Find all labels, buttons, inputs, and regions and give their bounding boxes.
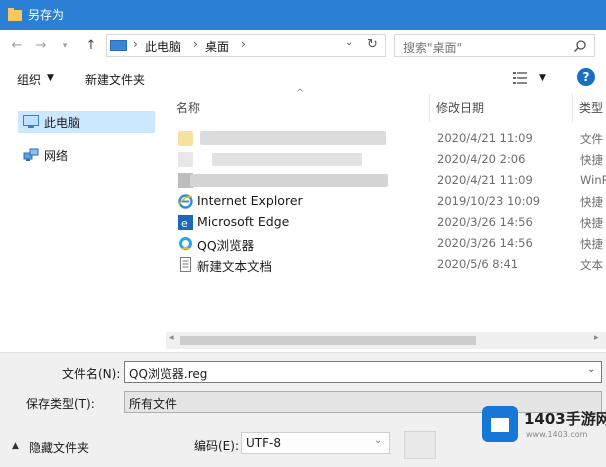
recent-locations-chevron-icon[interactable]: ▾ [56, 37, 74, 55]
file-date: 2019/10/23 10:09 [437, 194, 541, 208]
encoding-value: UTF-8 [246, 436, 281, 450]
internet-explorer-icon [178, 194, 193, 209]
save-as-icon [8, 8, 22, 21]
file-name: QQ浏览器 [197, 238, 255, 253]
address-row: ← → ▾ ↑ › 此电脑 › 桌面 › ⌄ ↻ 搜索"桌面" [0, 30, 606, 62]
view-chevron-icon[interactable]: ▼ [539, 73, 546, 83]
breadcrumb-this-pc[interactable]: 此电脑 [145, 38, 181, 55]
site-name: 1403手游网 [524, 410, 606, 428]
help-icon[interactable]: ? [577, 68, 595, 86]
pc-icon [110, 40, 127, 51]
file-type: 文本 [580, 258, 603, 272]
blurred-icon [178, 152, 193, 167]
edge-icon: e [178, 215, 193, 230]
organize-chevron-icon[interactable]: ▼ [47, 73, 54, 83]
filename-value: QQ浏览器.reg [129, 367, 208, 381]
hide-folders-chevron-icon[interactable]: ▲ [12, 441, 19, 451]
file-row[interactable]: Internet Explorer 2019/10/23 10:09 快捷 [166, 191, 606, 212]
filename-dropdown-chevron-icon[interactable]: ⌄ [587, 364, 595, 375]
column-header-type[interactable]: 类型 [579, 99, 603, 116]
svg-text:e: e [181, 217, 188, 230]
file-row[interactable]: 2020/4/21 11:09 文件 [166, 128, 606, 149]
qq-browser-icon [179, 237, 192, 250]
address-bar[interactable]: › 此电脑 › 桌面 › ⌄ ↻ [106, 34, 386, 57]
site-logo-icon [482, 406, 518, 442]
file-list: ^ 名称 修改日期 类型 2020/4/21 11:09 文件 2020/4/2… [166, 88, 606, 332]
horizontal-scrollbar[interactable]: ◂ ▸ [166, 332, 606, 349]
hide-folders-button[interactable]: 隐藏文件夹 [29, 439, 89, 456]
file-date: 2020/4/21 11:09 [437, 173, 533, 187]
refresh-icon[interactable]: ↻ [367, 37, 378, 52]
encoding-dropdown-chevron-icon[interactable]: ⌄ [374, 435, 382, 446]
breadcrumb-desktop[interactable]: 桌面 [205, 38, 229, 55]
file-type: 快捷 [580, 153, 603, 167]
column-header-name[interactable]: 名称 [176, 99, 200, 116]
search-icon [574, 40, 586, 52]
breadcrumb-separator-icon: › [133, 37, 138, 51]
blurred-file-name [212, 153, 362, 166]
file-date: 2020/3/26 14:56 [437, 236, 533, 250]
nav-item-label: 网络 [44, 149, 69, 163]
file-name: Internet Explorer [197, 193, 303, 208]
file-date: 2020/4/20 2:06 [437, 152, 526, 166]
file-type: 快捷 [580, 237, 603, 251]
site-watermark: 1403手游网 www.1403.com [482, 402, 606, 448]
breadcrumb-separator-icon: › [241, 37, 246, 51]
scroll-right-arrow-icon[interactable]: ▸ [594, 333, 599, 343]
column-divider[interactable] [429, 94, 430, 122]
file-type: 快捷 [580, 216, 603, 230]
nav-item-this-pc[interactable]: 此电脑 [18, 111, 155, 133]
scroll-left-arrow-icon[interactable]: ◂ [169, 333, 174, 343]
search-placeholder: 搜索"桌面" [403, 41, 463, 55]
text-document-icon [180, 257, 191, 272]
network-icon [23, 148, 39, 161]
file-type: 快捷 [580, 195, 603, 209]
address-dropdown-chevron-icon[interactable]: ⌄ [345, 37, 353, 48]
filename-input[interactable]: QQ浏览器.reg ⌄ [124, 361, 602, 383]
breadcrumb-separator-icon: › [193, 37, 198, 51]
pc-icon [23, 115, 39, 128]
file-name: 新建文本文档 [197, 259, 273, 274]
blurred-file-name [190, 174, 388, 187]
encoding-select[interactable]: UTF-8 ⌄ [241, 432, 390, 454]
folder-icon [178, 131, 193, 146]
file-date: 2020/5/6 8:41 [437, 257, 519, 271]
blurred-file-name [200, 131, 386, 145]
file-row[interactable]: 2020/4/20 2:06 快捷 [166, 149, 606, 170]
filename-label: 文件名(N): [62, 367, 121, 381]
view-options-icon[interactable] [513, 71, 531, 85]
file-row[interactable]: QQ浏览器 2020/3/26 14:56 快捷 [166, 233, 606, 254]
window-title: 另存为 [28, 8, 65, 22]
file-type: 文件 [580, 132, 603, 146]
title-bar[interactable]: 另存为 [0, 0, 606, 30]
file-date: 2020/3/26 14:56 [437, 215, 533, 229]
nav-item-label: 此电脑 [44, 116, 81, 130]
filetype-value: 所有文件 [129, 397, 178, 411]
scrollbar-thumb[interactable] [180, 336, 476, 345]
up-arrow-icon[interactable]: ↑ [82, 37, 100, 55]
file-row[interactable]: 新建文本文档 2020/5/6 8:41 文本 [166, 254, 606, 275]
navigation-pane: 此电脑 网络 [0, 94, 165, 352]
back-arrow-icon[interactable]: ← [8, 37, 26, 55]
column-divider[interactable] [572, 94, 573, 122]
file-row[interactable]: e Microsoft Edge 2020/3/26 14:56 快捷 [166, 212, 606, 233]
encoding-label: 编码(E): [194, 439, 239, 453]
column-header-date[interactable]: 修改日期 [436, 99, 484, 116]
file-date: 2020/4/21 11:09 [437, 131, 533, 145]
search-box[interactable]: 搜索"桌面" [394, 34, 595, 57]
file-row[interactable]: 2020/4/21 11:09 WinR [166, 170, 606, 191]
file-name: Microsoft Edge [197, 214, 290, 229]
file-type: WinR [580, 173, 606, 187]
nav-item-network[interactable]: 网络 [18, 144, 155, 166]
sort-arrow-icon: ^ [296, 88, 305, 99]
save-button[interactable] [404, 431, 436, 459]
forward-arrow-icon[interactable]: → [32, 37, 50, 55]
organize-button[interactable]: 组织 [17, 71, 41, 88]
new-folder-button[interactable]: 新建文件夹 [85, 71, 145, 88]
site-url: www.1403.com [526, 430, 588, 439]
filetype-label: 保存类型(T): [26, 397, 95, 411]
